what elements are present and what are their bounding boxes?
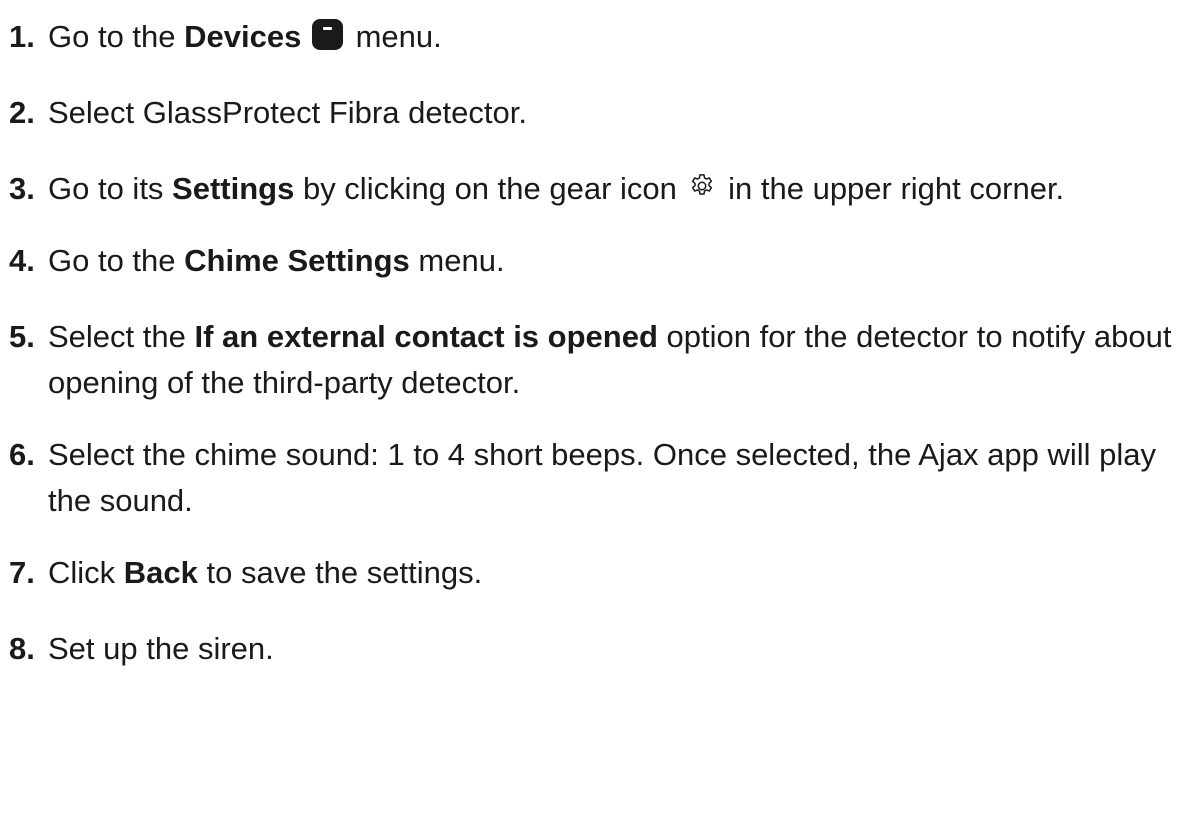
step-text-part: Select the xyxy=(48,319,195,354)
gear-icon xyxy=(691,174,712,195)
step-text-part: Go to its xyxy=(48,171,173,206)
step-text-part: Click xyxy=(48,555,124,590)
step-text-part: by clicking on the gear icon xyxy=(294,171,686,206)
step-text: Select GlassProtect Fibra detector. xyxy=(48,95,527,130)
step-text-part: in the upper right corner. xyxy=(719,171,1065,206)
step-number: 7. xyxy=(9,555,35,590)
step-text-part: Go to the xyxy=(48,19,185,54)
step-7: 7. Click Back to save the settings. xyxy=(9,550,1196,596)
settings-label: Settings xyxy=(172,171,295,206)
instruction-steps: 1. Go to the Devices menu. 2. Select Gla… xyxy=(0,0,1196,816)
step-number: 5. xyxy=(9,319,35,354)
step-number: 6. xyxy=(9,437,35,472)
step-text: Set up the siren. xyxy=(48,631,274,666)
step-text-part: Go to the xyxy=(48,243,185,278)
step-6: 6. Select the chime sound: 1 to 4 short … xyxy=(9,432,1196,524)
step-text: Go to the Chime Settings menu. xyxy=(48,238,1196,284)
step-number: 4. xyxy=(9,243,35,278)
step-1: 1. Go to the Devices menu. xyxy=(9,14,1196,60)
step-text-part: to save the settings. xyxy=(197,555,483,590)
back-label: Back xyxy=(123,555,198,590)
devices-menu-label: Devices xyxy=(184,19,302,54)
step-text: Click Back to save the settings. xyxy=(48,550,1196,596)
step-text-part: menu. xyxy=(409,243,505,278)
step-5: 5. Select the If an external contact is … xyxy=(9,314,1196,406)
step-8: 8. Set up the siren. xyxy=(9,626,1196,672)
step-text: Select the If an external contact is ope… xyxy=(48,314,1196,406)
step-3: 3. Go to its Settings by clicking on the… xyxy=(9,166,1196,212)
step-text: Go to the Devices menu. xyxy=(48,14,1196,60)
chime-settings-label: Chime Settings xyxy=(184,243,410,278)
step-text: Select the chime sound: 1 to 4 short bee… xyxy=(48,437,1157,518)
devices-icon xyxy=(311,19,343,50)
step-number: 3. xyxy=(9,171,35,206)
step-4: 4. Go to the Chime Settings menu. xyxy=(9,238,1196,284)
step-number: 1. xyxy=(9,19,35,54)
step-number: 8. xyxy=(9,631,35,666)
step-text: Go to its Settings by clicking on the ge… xyxy=(48,166,1196,212)
step-number: 2. xyxy=(9,95,35,130)
step-text-part: menu. xyxy=(346,19,442,54)
step-2: 2. Select GlassProtect Fibra detector. xyxy=(9,90,1196,136)
external-contact-option-label: If an external contact is opened xyxy=(194,319,658,354)
